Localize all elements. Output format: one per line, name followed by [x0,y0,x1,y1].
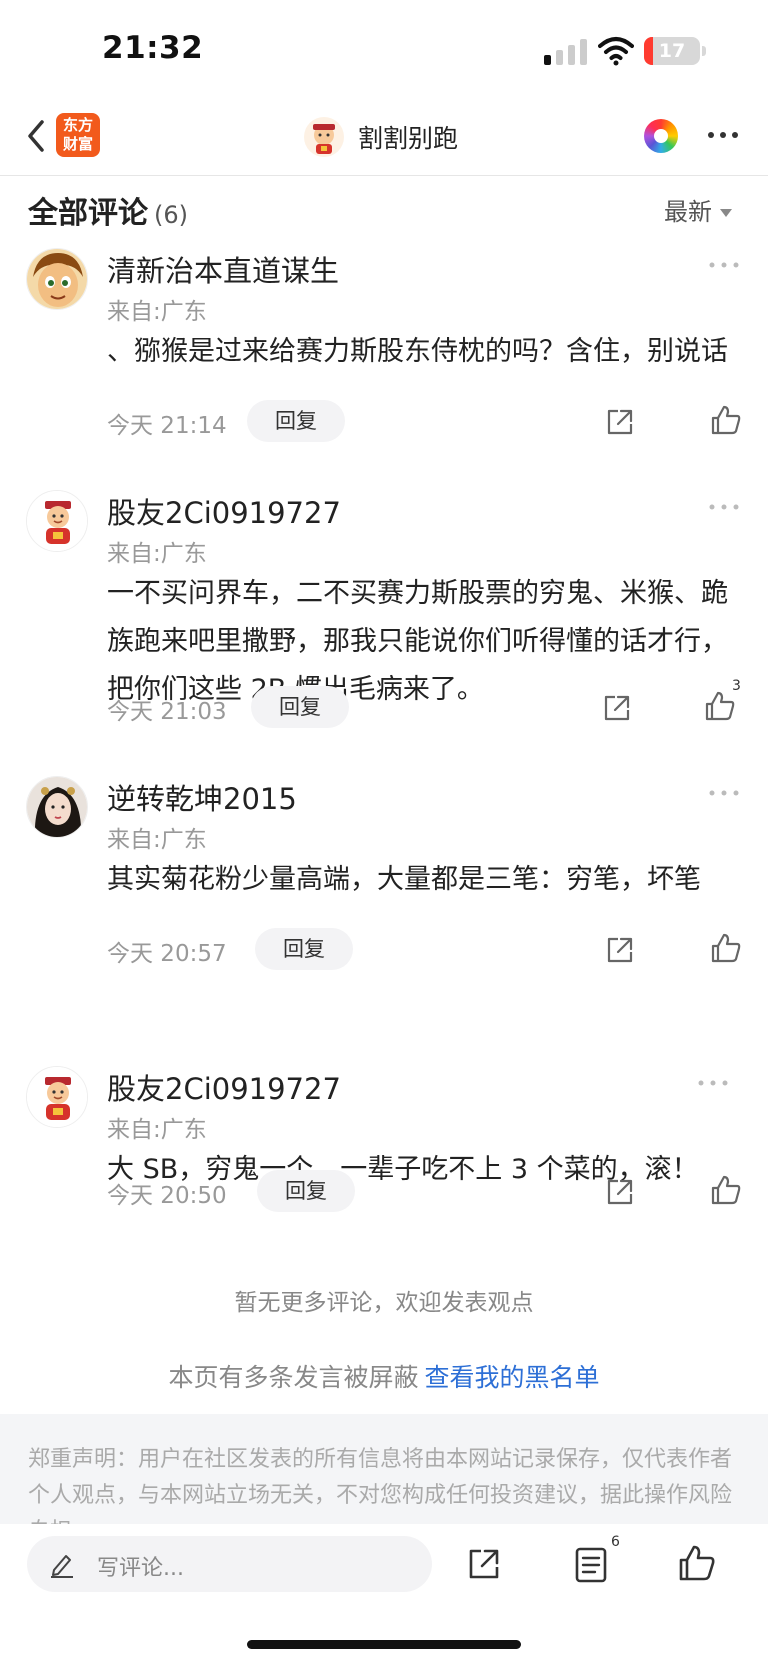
disclaimer: 郑重声明：用户在社区发表的所有信息将由本网站记录保存，仅代表作者个人观点，与本网… [0,1414,768,1524]
share-icon[interactable] [604,934,636,966]
share-icon[interactable] [601,692,633,724]
comment-author[interactable]: 股友2Ci0919727 [107,1066,341,1108]
mascot-icon [313,124,335,154]
cartoon-avatar-icon [27,249,87,309]
comment-source: 来自:广东 [107,541,207,567]
bar-avatar[interactable] [304,117,344,157]
blocked-notice: 本页有多条发言被屏蔽 查看我的黑名单 [0,1358,768,1394]
reply-button[interactable]: 回复 [247,400,345,442]
comment-author[interactable]: 逆转乾坤2015 [107,776,297,818]
reply-button[interactable]: 回复 [257,1170,355,1212]
comments-title: 全部评论 (6) [28,188,188,232]
write-comment-placeholder: 写评论... [97,1556,184,1581]
blacklist-link[interactable]: 查看我的黑名单 [425,1363,600,1392]
blocked-text: 本页有多条发言被屏蔽 [168,1363,419,1392]
battery-cap [702,46,706,56]
battery-icon: 17 [644,37,700,65]
share-icon[interactable] [466,1546,502,1582]
pen-icon [51,1555,73,1578]
share-icon[interactable] [604,1176,636,1208]
avatar[interactable] [26,1066,88,1128]
avatar[interactable] [26,490,88,552]
comment-source: 来自:广东 [107,299,207,325]
comment-time: 今天 20:57 [107,941,227,967]
reply-button[interactable]: 回复 [251,686,349,728]
home-indicator [247,1640,521,1649]
more-options-icon[interactable] [705,120,741,150]
wifi-icon [598,37,634,66]
comment-text: 、猕猴是过来给赛力斯股东侍枕的吗？含住，别说话 [107,336,728,367]
sort-label: 最新 [664,198,712,226]
comment-author[interactable]: 清新治本直道谋生 [107,248,339,290]
nav-bar: 东方 财富 割割别跑 [0,100,768,176]
comment-source: 来自:广东 [107,827,207,853]
cellular-signal-icon [544,39,587,65]
more-dots-icon[interactable] [697,1078,729,1088]
like-count: 3 [732,678,741,694]
no-more-comments: 暂无更多评论，欢迎发表观点 [234,1290,534,1316]
avatar[interactable] [26,776,88,838]
more-dots-icon[interactable] [708,260,740,270]
status-bar: 21:32 17 [0,0,768,100]
comment-time: 今天 21:03 [107,699,227,725]
comment-list-icon[interactable] [573,1546,609,1584]
comments-header: 全部评论 (6) 最新 [0,176,768,238]
avatar[interactable] [26,248,88,310]
comment-time: 今天 20:50 [107,1183,227,1209]
bar-title[interactable]: 割割别跑 [358,119,458,155]
mascot-avatar-icon [27,1067,87,1127]
battery-percent: 17 [658,40,686,62]
more-dots-icon[interactable] [708,502,740,512]
reply-button[interactable]: 回复 [255,928,353,970]
comment-author[interactable]: 股友2Ci0919727 [107,490,341,532]
comment-source: 来自:广东 [107,1117,207,1143]
portrait-avatar-icon [27,777,87,837]
sort-dropdown[interactable]: 最新 [664,192,732,227]
status-time: 21:32 [102,30,204,66]
share-icon[interactable] [604,406,636,438]
comments-title-text: 全部评论 [28,196,148,231]
thumbs-up-icon[interactable] [704,690,736,722]
logo-line-2: 财富 [62,135,93,153]
thumbs-up-icon[interactable] [710,932,742,964]
more-dots-icon[interactable] [708,788,740,798]
back-button[interactable] [22,114,52,158]
thumbs-up-icon[interactable] [710,404,742,436]
write-comment-input[interactable]: 写评论... [27,1536,432,1592]
thumbs-up-icon[interactable] [710,1174,742,1206]
color-wheel-icon[interactable] [644,119,678,153]
caret-down-icon [720,209,732,217]
thumbs-up-icon[interactable] [678,1544,716,1582]
mascot-avatar-icon [27,491,87,551]
comments-count: (6) [154,201,188,229]
comment-list-count: 6 [611,1534,620,1550]
comment-time: 今天 21:14 [107,413,227,439]
logo-line-1: 东方 [62,116,93,134]
comment-text: 其实菊花粉少量高端，大量都是三笔：穷笔，坏笔 [107,864,701,895]
app-logo[interactable]: 东方 财富 [56,113,100,157]
